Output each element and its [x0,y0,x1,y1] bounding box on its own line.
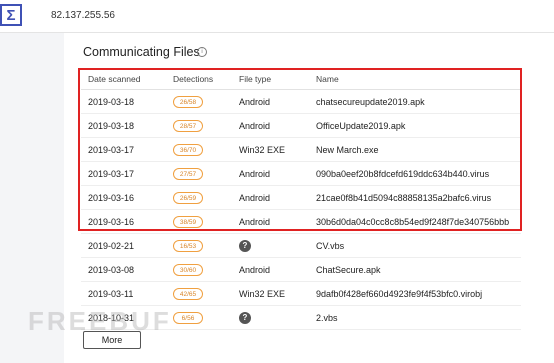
detections-badge: 27/57 [173,167,203,180]
detections-badge: 28/57 [173,119,203,132]
file-name-cell[interactable]: chatsecureupdate2019.apk [316,90,425,113]
date-cell: 2019-03-08 [88,264,135,275]
detections-cell: 38/59 [173,210,203,233]
file-name-cell[interactable]: ChatSecure.apk [316,258,381,281]
date-cell: 2019-03-11 [88,288,134,299]
sigma-icon[interactable]: Σ [0,4,22,26]
header-detections[interactable]: Detections [173,68,213,89]
header-date-scanned[interactable]: Date scanned [88,68,140,89]
info-icon[interactable]: i [197,47,207,57]
date-cell: 2019-03-18 [88,120,135,131]
detections-cell: 42/65 [173,282,203,305]
detections-badge: 6/56 [173,311,203,324]
file-type-cell: Win32 EXE [239,144,286,155]
communicating-files-table: Date scanned Detections File type Name 2… [81,68,521,330]
table-row[interactable]: 2019-03-11 42/65 Win32 EXE 9dafb0f428ef660d… [81,282,521,306]
file-name-cell[interactable]: 090ba0eef20b8fdcefd619ddc634b440.virus [316,162,489,185]
file-type-cell: Android [239,216,271,227]
file-type-cell: Android [239,96,271,107]
file-type-cell: Android [239,120,271,131]
table-row[interactable]: 2019-03-16 26/59 Android 21cae0f8b41d5094c8… [81,186,521,210]
file-type-cell: ? [239,234,251,257]
table-row[interactable]: 2019-03-18 26/58 Android chatsecureupdate20… [81,90,521,114]
detections-cell: 16/53 [173,234,203,257]
detections-badge: 30/60 [173,263,203,276]
table-body: 2019-03-18 26/58 Android chatsecureupdate20… [81,90,521,330]
detections-badge: 36/70 [173,143,203,156]
file-name-cell[interactable]: CV.vbs [316,234,344,257]
file-name-cell[interactable]: New March.exe [316,138,379,161]
date-cell: 2019-03-16 [88,216,135,227]
file-type-cell: Android [239,192,271,203]
date-cell: 2019-03-17 [88,144,135,155]
watermark: FREEBUF [28,306,172,336]
detections-badge: 26/58 [173,95,203,108]
header-file-type[interactable]: File type [239,68,271,89]
top-bar: Σ 82.137.255.56 [0,0,554,33]
question-icon: ? [239,311,251,324]
date-cell: 2019-03-17 [88,168,135,179]
section-title: Communicating Files [83,45,200,59]
file-name-cell[interactable]: OfficeUpdate2019.apk [316,114,405,137]
table-row[interactable]: 2019-03-17 27/57 Android 090ba0eef20b8fdcef… [81,162,521,186]
search-value[interactable]: 82.137.255.56 [51,10,115,21]
table-row[interactable]: 2019-02-21 16/53? CV.vbs [81,234,521,258]
file-name-cell[interactable]: 30b6d0da04c0cc8c8b54ed9f248f7de340756bbb [316,210,509,233]
detections-cell: 30/60 [173,258,203,281]
table-row[interactable]: 2019-03-08 30/60 Android ChatSecure.apk [81,258,521,282]
detections-badge: 42/65 [173,287,203,300]
file-type-cell: ? [239,306,251,329]
file-type-cell: Win32 EXE [239,288,286,299]
file-type-cell: Android [239,168,271,179]
file-name-cell[interactable]: 21cae0f8b41d5094c88858135a2bafc6.virus [316,186,491,209]
detections-cell: 26/59 [173,186,203,209]
detections-badge: 26/59 [173,191,203,204]
table-row[interactable]: 2019-03-16 38/59 Android 30b6d0da04c0cc8c8b… [81,210,521,234]
detections-badge: 38/59 [173,215,203,228]
date-cell: 2019-03-18 [88,96,135,107]
file-type-cell: Android [239,264,271,275]
detections-cell: 27/57 [173,162,203,185]
table-header: Date scanned Detections File type Name [81,68,521,90]
date-cell: 2019-03-16 [88,192,135,203]
header-name[interactable]: Name [316,68,339,89]
detections-cell: 28/57 [173,114,203,137]
question-icon: ? [239,239,251,252]
file-name-cell[interactable]: 2.vbs [316,306,338,329]
table-row[interactable]: 2019-03-18 28/57 Android OfficeUpdate2019.a… [81,114,521,138]
file-name-cell[interactable]: 9dafb0f428ef660d4923fe9f4f53bfc0.virobj [316,282,482,305]
table-row[interactable]: 2019-03-17 36/70 Win32 EXE New March.exe [81,138,521,162]
detections-cell: 26/58 [173,90,203,113]
detections-cell: 6/56 [173,306,203,329]
date-cell: 2019-02-21 [88,240,135,251]
detections-badge: 16/53 [173,239,203,252]
detections-cell: 36/70 [173,138,203,161]
